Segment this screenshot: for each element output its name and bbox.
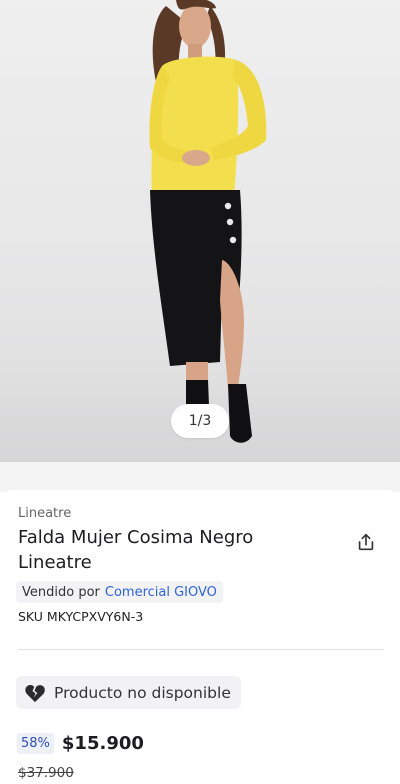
availability-badge: Producto no disponible	[16, 676, 241, 709]
product-photo	[149, 0, 267, 443]
product-sku: SKU MKYCPXVY6N-3	[18, 609, 144, 624]
section-separator	[0, 462, 400, 492]
availability-text: Producto no disponible	[54, 683, 231, 702]
broken-heart-icon	[25, 684, 45, 702]
share-icon	[358, 533, 374, 551]
discount-badge: 58%	[17, 733, 54, 754]
seller-link[interactable]: Comercial GIOVO	[105, 585, 217, 600]
share-button[interactable]	[352, 528, 380, 556]
product-brand[interactable]: Lineatre	[18, 506, 71, 521]
image-counter-badge: 1/3	[171, 404, 229, 438]
product-title: Falda Mujer Cosima Negro Lineatre	[18, 527, 254, 573]
divider	[18, 649, 384, 650]
current-price: $15.900	[61, 733, 144, 754]
seller-tag: Vendido por Comercial GIOVO	[16, 581, 223, 603]
price-row: 58% $15.900	[17, 733, 144, 754]
product-image-gallery[interactable]: 1/3	[0, 0, 400, 462]
seller-label: Vendido por	[22, 584, 100, 600]
product-info-card: Lineatre Falda Mujer Cosima Negro Lineat…	[0, 490, 400, 784]
original-price: $37.900	[18, 765, 74, 781]
